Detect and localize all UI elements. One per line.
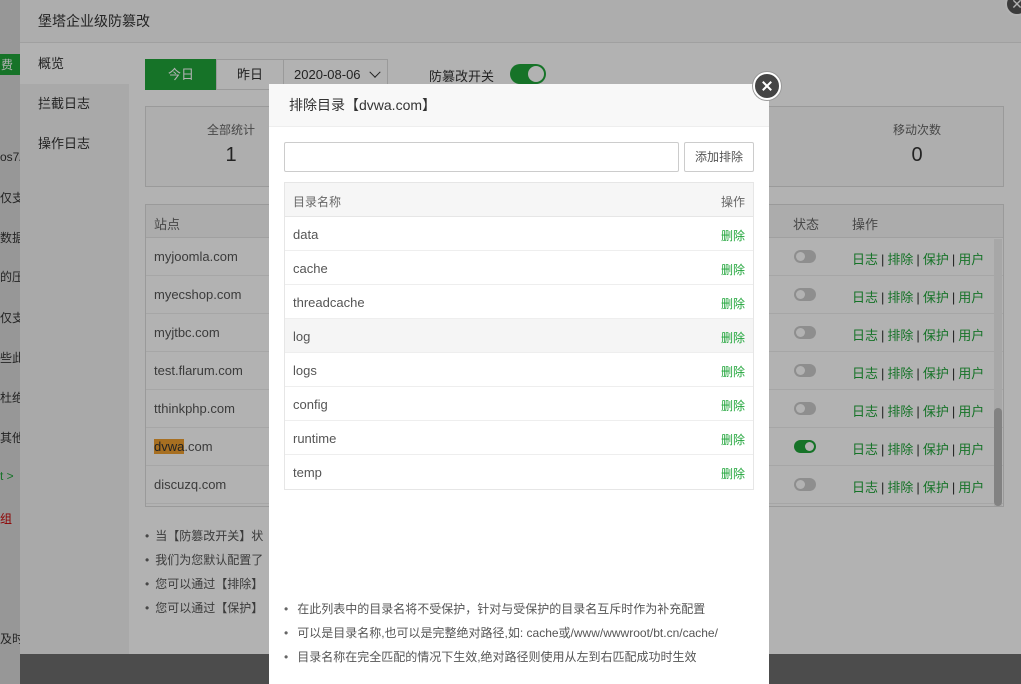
close-icon[interactable] — [753, 72, 781, 100]
modal-notes-list: 在此列表中的目录名将不受保护，针对与受保护的目录名互斥时作为补充配置 可以是目录… — [284, 597, 718, 669]
table-row: temp 删除 — [285, 455, 753, 489]
exclude-dir-table: 目录名称 操作 data 删除 cache 删除 threadcache 删除 log 删除 l… — [284, 182, 754, 490]
header-action: 操作 — [720, 195, 745, 209]
table-row: logs 删除 — [285, 353, 753, 387]
dir-name: threadcache — [293, 295, 365, 310]
add-exclude-button[interactable]: 添加排除 — [684, 142, 754, 172]
dir-name: temp — [293, 465, 322, 480]
table-row: log 删除 — [285, 319, 753, 353]
dir-name: logs — [293, 363, 317, 378]
dir-name: config — [293, 397, 328, 412]
exclude-dir-modal: 排除目录【dvwa.com】 添加排除 目录名称 操作 data 删除 cache 删… — [269, 72, 781, 684]
delete-button[interactable]: 删除 — [721, 465, 745, 482]
modal-note-item: 可以是目录名称,也可以是完整绝对路径,如: cache或/www/wwwroot… — [284, 621, 718, 645]
delete-button[interactable]: 删除 — [721, 261, 745, 278]
dir-name: runtime — [293, 431, 337, 446]
delete-button[interactable]: 删除 — [721, 227, 745, 244]
dir-name: log — [293, 329, 311, 344]
header-dir-name: 目录名称 — [293, 195, 342, 209]
table-row: threadcache 删除 — [285, 285, 753, 319]
modal-note-item: 在此列表中的目录名将不受保护，针对与受保护的目录名互斥时作为补充配置 — [284, 597, 718, 621]
delete-button[interactable]: 删除 — [721, 329, 745, 346]
delete-button[interactable]: 删除 — [721, 363, 745, 380]
delete-button[interactable]: 删除 — [721, 397, 745, 414]
table-row: cache 删除 — [285, 251, 753, 285]
exclude-dir-input[interactable] — [284, 142, 679, 172]
modal-note-item: 目录名称在完全匹配的情况下生效,绝对路径则使用从左到右匹配成功时生效 — [284, 645, 718, 669]
delete-button[interactable]: 删除 — [721, 431, 745, 448]
table-row: runtime 删除 — [285, 421, 753, 455]
delete-button[interactable]: 删除 — [721, 295, 745, 312]
table-row: data 删除 — [285, 217, 753, 251]
dir-table-header: 目录名称 操作 — [285, 183, 753, 217]
table-row: config 删除 — [285, 387, 753, 421]
modal-title: 排除目录【dvwa.com】 — [269, 84, 769, 127]
dir-name: data — [293, 227, 319, 242]
dir-name: cache — [293, 261, 328, 276]
